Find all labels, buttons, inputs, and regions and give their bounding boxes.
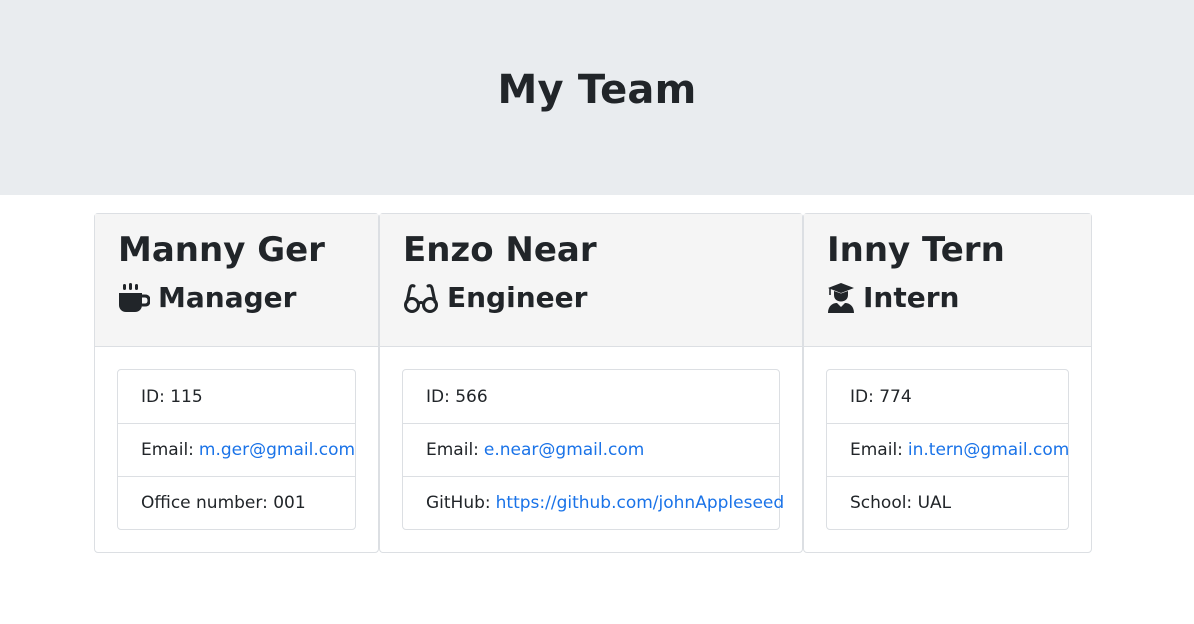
manager-card: Manny Ger Manager ID: 115 Email: m.ger@g… [94, 213, 379, 553]
graduate-icon [828, 283, 854, 313]
email-label: Email: [426, 440, 479, 460]
email-label: Email: [850, 440, 903, 460]
employee-email-row: Email: m.ger@gmail.com [118, 423, 355, 476]
employee-role-label: Engineer [447, 281, 588, 314]
office-number: Office number: 001 [118, 476, 355, 529]
email-link[interactable]: m.ger@gmail.com [199, 440, 355, 460]
email-link[interactable]: in.tern@gmail.com [908, 440, 1069, 460]
employee-id: ID: 566 [426, 386, 488, 407]
github-row: GitHub: https://github.com/johnAppleseed [403, 476, 784, 529]
card-header: Enzo Near Engineer [380, 214, 802, 347]
email-label: Email: [141, 440, 194, 460]
page-header: My Team [0, 0, 1194, 195]
employee-role: Manager [118, 278, 378, 318]
team-cards: Manny Ger Manager ID: 115 Email: m.ger@g… [0, 195, 1194, 624]
employee-id: ID: 115 [141, 386, 203, 407]
employee-email-row: Email: e.near@gmail.com [403, 423, 779, 476]
employee-role: Engineer [403, 278, 802, 318]
intern-card: Inny Tern Intern ID: 774 Email: in.tern@… [803, 213, 1092, 553]
employee-details: ID: 566 Email: e.near@gmail.com GitHub: … [402, 369, 784, 530]
github-link[interactable]: https://github.com/johnAppleseed [496, 493, 785, 513]
coffee-icon [119, 283, 150, 312]
employee-details: ID: 774 Email: in.tern@gmail.com School:… [826, 369, 1069, 530]
engineer-card: Enzo Near Engineer ID: 566 Email: e.near… [379, 213, 803, 553]
email-link[interactable]: e.near@gmail.com [484, 440, 644, 460]
employee-name: Manny Ger [118, 230, 325, 270]
school: School: UAL [827, 476, 1068, 529]
card-header: Inny Tern Intern [804, 214, 1091, 347]
employee-email-row: Email: in.tern@gmail.com [827, 423, 1069, 476]
glasses-icon [404, 284, 438, 313]
employee-id: ID: 774 [850, 386, 912, 407]
github-label: GitHub: [426, 493, 491, 513]
employee-role-label: Intern [863, 281, 960, 314]
page-title: My Team [497, 66, 697, 113]
employee-details: ID: 115 Email: m.ger@gmail.com Office nu… [117, 369, 356, 530]
employee-role: Intern [827, 278, 1091, 318]
card-header: Manny Ger Manager [95, 214, 378, 347]
employee-name: Inny Tern [827, 230, 1005, 270]
employee-name: Enzo Near [403, 230, 597, 270]
employee-role-label: Manager [158, 281, 297, 314]
